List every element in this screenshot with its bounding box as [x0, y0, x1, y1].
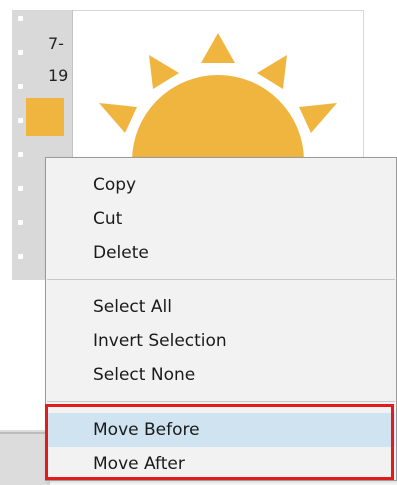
menu-item-select-none[interactable]: Select None [47, 358, 395, 392]
film-perforation [18, 84, 23, 89]
menu-item-move-after[interactable]: Move After [47, 447, 395, 481]
frame-thumbnail[interactable] [26, 98, 64, 136]
menu-item-select-all[interactable]: Select All [47, 290, 395, 324]
bottom-panel [0, 430, 50, 485]
menu-item-copy[interactable]: Copy [47, 168, 395, 202]
film-perforation [18, 118, 23, 123]
frame-label: 19 [48, 66, 69, 85]
menu-item-move-before[interactable]: Move Before [47, 413, 395, 447]
menu-item-invert-selection[interactable]: Invert Selection [47, 324, 395, 358]
menu-separator [47, 401, 395, 402]
divider [0, 432, 50, 434]
film-perforation [18, 50, 23, 55]
film-perforation [18, 152, 23, 157]
context-menu: Copy Cut Delete Select All Invert Select… [45, 157, 397, 481]
menu-separator [47, 279, 395, 280]
frame-label: 7- [48, 34, 64, 53]
film-perforation [18, 220, 23, 225]
film-perforation [18, 254, 23, 259]
menu-item-cut[interactable]: Cut [47, 202, 395, 236]
menu-item-delete[interactable]: Delete [47, 236, 395, 270]
film-perforation [18, 16, 23, 21]
film-perforation [18, 186, 23, 191]
